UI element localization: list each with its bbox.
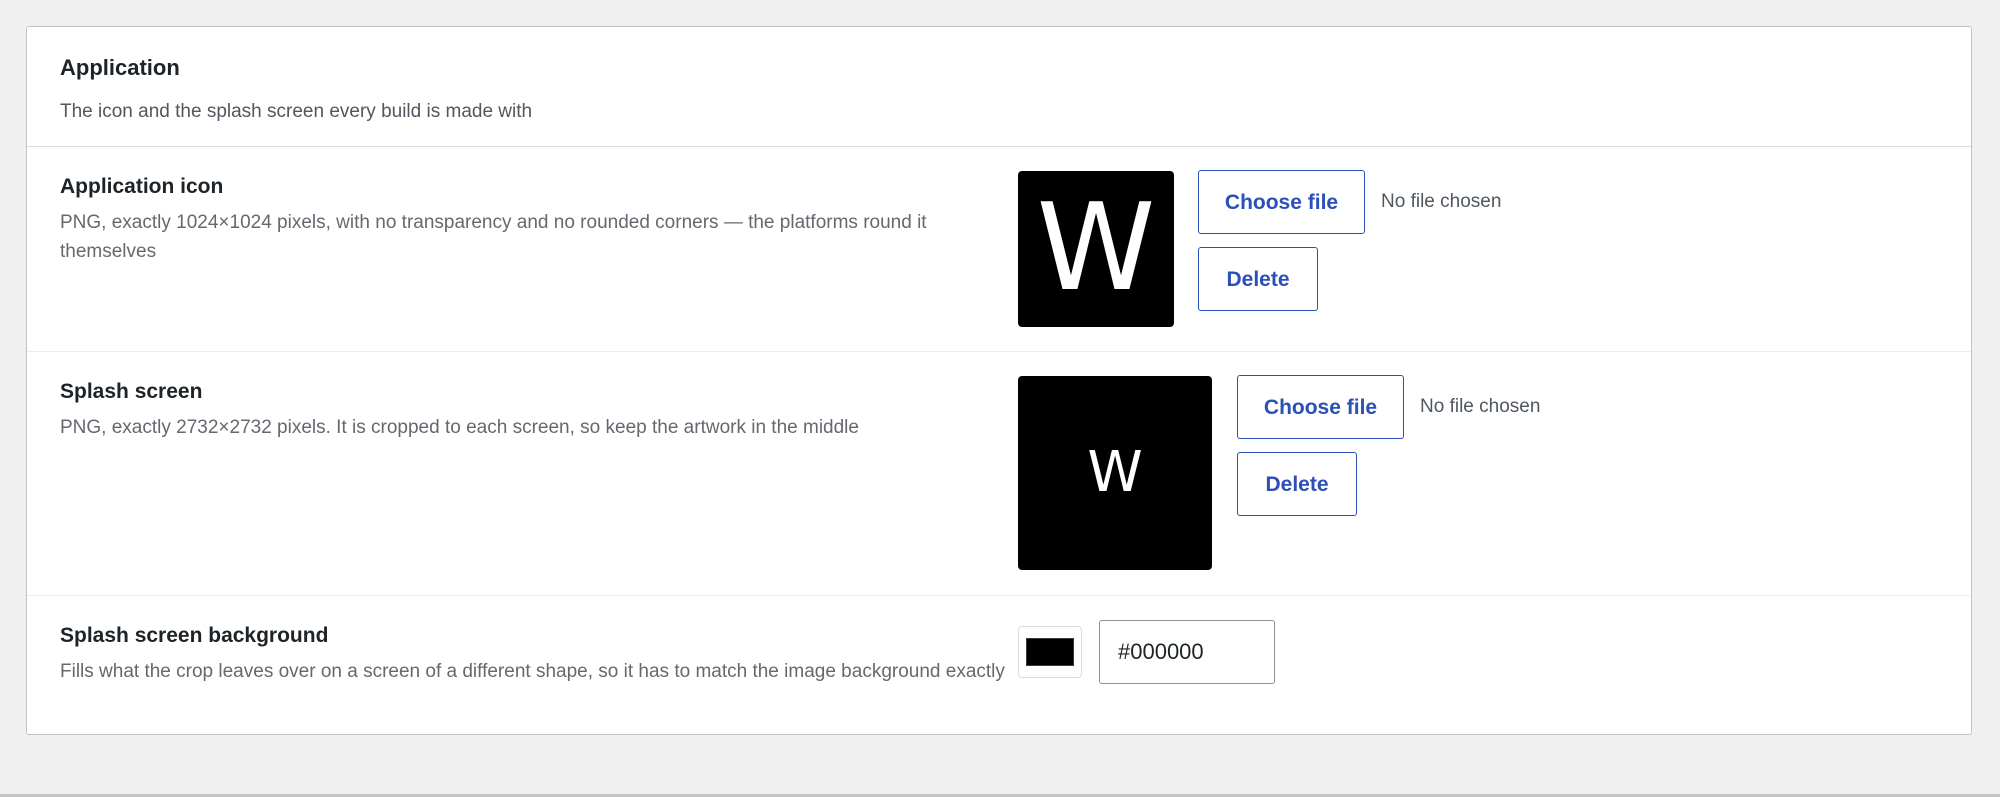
application-icon-row: Application icon PNG, exactly 1024×1024 … [27,147,1971,352]
splash-screen-file-controls: Choose file No file chosen Delete [1237,375,1540,516]
splash-background-description: Fills what the crop leaves over on a scr… [60,661,1005,682]
splash-screen-description: PNG, exactly 2732×2732 pixels. It is cro… [60,417,859,438]
application-icon-choose-file-button[interactable]: Choose file [1198,170,1365,234]
application-icon-file-controls: Choose file No file chosen Delete [1198,170,1501,311]
application-icon-file-status: No file chosen [1381,191,1502,212]
splash-background-text: Splash screen background Fills what the … [60,622,1020,686]
splash-screen-label: Splash screen [60,380,203,403]
application-icon-text: Application icon PNG, exactly 1024×1024 … [60,173,1020,266]
application-icon-label: Application icon [60,175,224,198]
splash-screen-file-line: Choose file No file chosen [1237,375,1540,439]
splash-screen-text: Splash screen PNG, exactly 2732×2732 pix… [60,378,1020,442]
application-icon-description: PNG, exactly 1024×1024 pixels, with no t… [60,212,927,262]
splash-screen-row: Splash screen PNG, exactly 2732×2732 pix… [27,352,1971,596]
application-settings-card: Application The icon and the splash scre… [26,26,1972,735]
splash-screen-delete-button[interactable]: Delete [1237,452,1357,516]
application-icon-delete-button[interactable]: Delete [1198,247,1318,311]
splash-background-color-swatch [1026,638,1074,666]
splash-background-row: Splash screen background Fills what the … [27,596,1971,736]
splash-screen-file-status: No file chosen [1420,396,1541,417]
splash-screen-choose-file-button[interactable]: Choose file [1237,375,1404,439]
splash-screen-preview-letter: W [1087,440,1143,505]
splash-background-color-picker[interactable] [1018,626,1082,678]
section-header: Application The icon and the splash scre… [27,27,1971,147]
splash-background-label: Splash screen background [60,624,329,647]
splash-background-color-input[interactable] [1099,620,1275,684]
application-icon-preview: W [1018,171,1174,327]
application-icon-preview-letter: W [1036,179,1156,318]
application-icon-file-line: Choose file No file chosen [1198,170,1501,234]
section-subtitle: The icon and the splash screen every bui… [60,101,533,122]
splash-screen-preview: W [1018,376,1212,570]
section-title: Application [60,55,180,80]
